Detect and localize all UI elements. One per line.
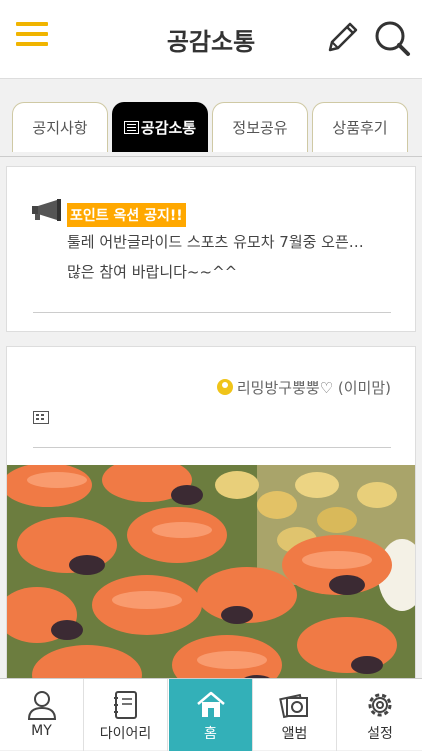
divider — [33, 312, 391, 313]
divider — [33, 447, 391, 448]
nav-settings[interactable]: 설정 — [338, 679, 422, 751]
app-header: 공감소통 — [0, 0, 422, 79]
nav-diary[interactable]: 다이어리 — [84, 679, 168, 751]
pencil-icon[interactable] — [322, 18, 362, 58]
notice-card[interactable]: 포인트 옥션 공지!! 툴레 어반글라이드 스포츠 유모차 7월중 오픈… 많은… — [6, 166, 416, 332]
bottom-nav: MY 다이어리 홈 앨범 설정 — [0, 678, 422, 751]
tab-product-review[interactable]: 상품후기 — [312, 102, 408, 152]
nav-my[interactable]: MY — [0, 679, 84, 751]
tab-notice[interactable]: 공지사항 — [12, 102, 108, 152]
nav-home[interactable]: 홈 — [169, 679, 253, 751]
nav-label: 다이어리 — [99, 726, 152, 742]
tab-label: 상품후기 — [332, 119, 388, 137]
gear-icon — [368, 693, 392, 717]
author-name: 리밍방구뿡뿡♡ (이미맘) — [236, 379, 391, 397]
album-icon — [279, 693, 308, 719]
notice-line: 많은 참여 바랍니다~~^^ — [67, 263, 238, 281]
board-tabs: 공지사항 공감소통 정보공유 상품후기 — [0, 80, 422, 157]
nav-album[interactable]: 앨범 — [253, 679, 337, 751]
megaphone-icon — [32, 199, 61, 221]
tab-label: 공감소통 — [140, 119, 197, 137]
user-icon — [216, 379, 233, 395]
nav-label: 앨범 — [281, 726, 308, 742]
tab-label: 정보공유 — [232, 119, 288, 137]
person-icon — [27, 691, 57, 720]
tab-label: 공지사항 — [32, 119, 88, 137]
nav-label: MY — [31, 723, 52, 739]
tab-empathy[interactable]: 공감소통 — [112, 102, 208, 152]
post-author: 리밍방구뿡뿡♡ (이미맘) — [216, 377, 391, 398]
nav-label: 홈 — [204, 726, 217, 742]
home-icon — [197, 691, 225, 717]
nav-label: 설정 — [367, 726, 393, 742]
notice-title: 포인트 옥션 공지!! — [67, 203, 186, 227]
notice-line: 툴레 어반글라이드 스포츠 유모차 7월중 오픈… — [67, 233, 364, 251]
newspaper-icon — [123, 121, 139, 134]
search-icon[interactable] — [372, 18, 412, 58]
tab-info-share[interactable]: 정보공유 — [212, 102, 308, 152]
diary-icon — [114, 691, 137, 719]
document-icon — [33, 411, 49, 424]
